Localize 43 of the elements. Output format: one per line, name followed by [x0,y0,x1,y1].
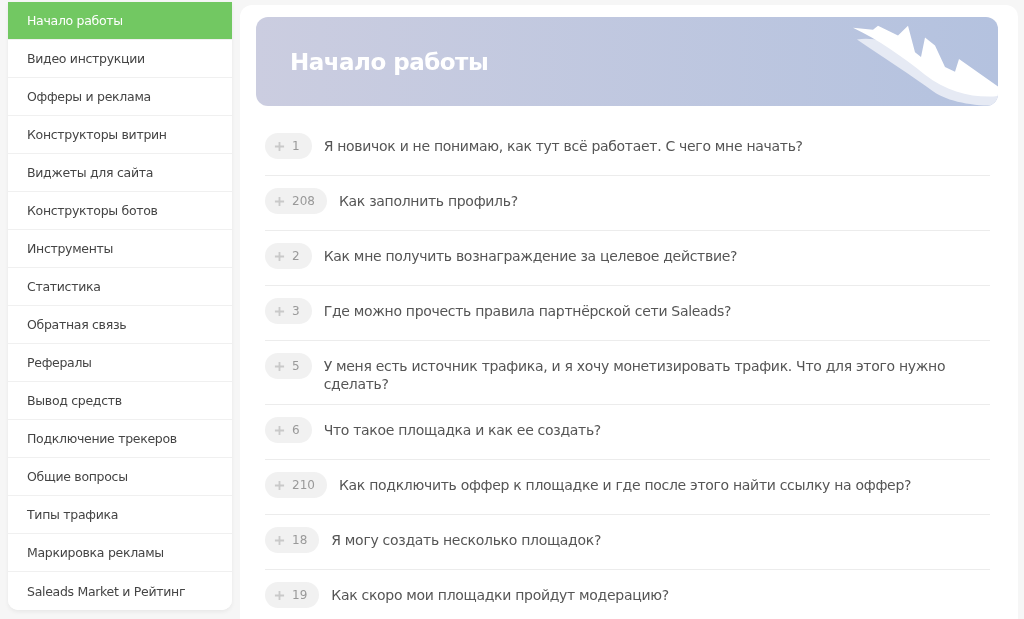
question-link[interactable]: У меня есть источник трафика, и я хочу монетизировать трафик. Что для этого нужно сделать? [323,353,990,393]
plus-icon [274,589,285,601]
sidebar-item[interactable]: Подключение трекеров [8,420,232,458]
sidebar-item[interactable]: Рефералы [8,344,232,382]
plus-icon [274,360,285,372]
question-link[interactable]: Что такое площадка и как ее создать? [323,417,601,439]
question-link[interactable]: Где можно прочесть правила партнёрской сети Saleads? [323,298,732,320]
sidebar-item[interactable]: Маркировка рекламы [8,534,232,572]
question-link[interactable]: Я могу создать несколько площадок? [331,527,602,549]
question-link[interactable]: Как мне получить вознаграждение за целевое действие? [323,243,738,265]
vote-count: 6 [292,423,300,437]
sidebar-item[interactable]: Конструкторы ботов [8,192,232,230]
sidebar-item[interactable]: Типы трафика [8,496,232,534]
vote-count: 210 [292,478,315,492]
question-link[interactable]: Как заполнить профиль? [338,188,518,210]
question-link[interactable]: Я новичок и не понимаю, как тут всё работает. С чего мне начать? [323,133,803,155]
page-title: Начало работы [290,48,489,75]
sidebar-item[interactable]: Общие вопросы [8,458,232,496]
vote-count: 2 [292,249,300,263]
sidebar-item[interactable]: Офферы и реклама [8,78,232,116]
vote-count: 5 [292,359,300,373]
plus-icon [274,195,285,207]
plus-icon [274,250,285,262]
sidebar-item[interactable]: Конструкторы витрин [8,116,232,154]
plus-icon [274,534,285,546]
question-link[interactable]: Как подключить оффер к площадке и где после этого найти ссылку на оффер? [338,472,912,494]
sidebar-item[interactable]: Saleads Market и Рейтинг [8,572,232,610]
vote-count: 3 [292,304,300,318]
plus-icon [274,305,285,317]
vote-count: 19 [292,588,308,602]
sidebar-item[interactable]: Вывод средств [8,382,232,420]
vote-count: 1 [292,139,300,153]
sidebar-item[interactable]: Инструменты [8,230,232,268]
question-link[interactable]: Как скоро мои площадки пройдут модерацию? [331,582,669,604]
sidebar-item[interactable]: Обратная связь [8,306,232,344]
plus-icon [274,424,285,436]
sidebar-item[interactable]: Виджеты для сайта [8,154,232,192]
sidebar-item[interactable]: Статистика [8,268,232,306]
plus-icon [274,140,285,152]
vote-count: 208 [292,194,315,208]
plus-icon [274,479,285,491]
vote-count: 18 [292,533,308,547]
sidebar-item[interactable]: Видео инструкции [8,40,232,78]
